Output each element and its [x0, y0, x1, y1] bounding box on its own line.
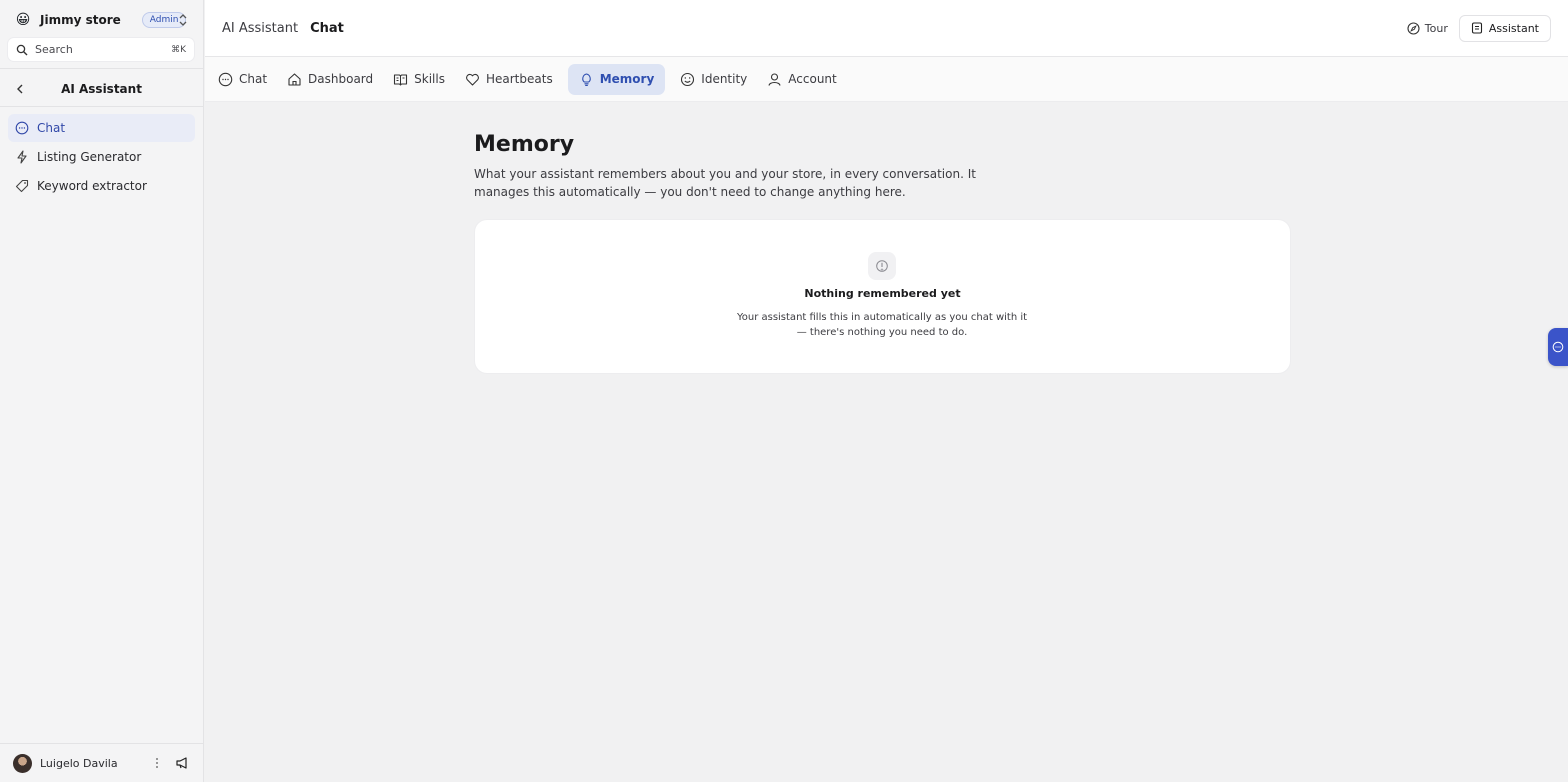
divider: [0, 68, 203, 69]
user-name: Luigelo Davila: [40, 756, 118, 770]
divider: [0, 106, 203, 107]
sidebar-item-label: Chat: [37, 121, 66, 135]
store-switcher[interactable]: 😀 Jimmy store Admin: [0, 0, 203, 40]
empty-state-title: Nothing remembered yet: [804, 287, 961, 300]
compass-icon: [1407, 21, 1420, 35]
tab-label: Memory: [599, 72, 655, 86]
sidebar-item-label: Listing Generator: [37, 150, 142, 164]
tab-label: Account: [788, 72, 837, 86]
tab-account[interactable]: Account: [762, 64, 841, 95]
memory-info-icon: [868, 252, 896, 280]
tab-label: Chat: [239, 72, 268, 86]
chevron-up-down-icon[interactable]: [177, 12, 189, 28]
tab-label: Dashboard: [308, 72, 374, 86]
tab-bar: Chat Dashboard Skills Heartbeats Memory: [205, 57, 1568, 102]
avatar: [13, 753, 32, 773]
user-icon: [768, 72, 781, 86]
tour-button[interactable]: Tour: [1407, 22, 1448, 35]
sidebar-section-header: AI Assistant: [0, 72, 203, 106]
lightning-icon: [17, 150, 27, 164]
chat-bubble-icon: [15, 121, 29, 135]
page-title: Memory: [474, 132, 575, 157]
search-icon: [16, 44, 28, 55]
lightbulb-icon: [581, 72, 591, 86]
megaphone-icon: [176, 757, 187, 769]
tab-label: Heartbeats: [485, 72, 553, 86]
store-emoji-icon: 😀: [15, 12, 31, 28]
breadcrumb-parent[interactable]: AI Assistant: [222, 21, 298, 36]
chat-bubble-icon: [1552, 341, 1564, 353]
book-open-icon: [394, 73, 408, 86]
store-name: Jimmy store: [40, 13, 121, 27]
chat-bubble-icon: [218, 72, 233, 86]
search-placeholder: Search: [35, 43, 73, 56]
assistant-button[interactable]: Assistant: [1458, 14, 1551, 42]
vertical-dots-icon: [156, 758, 158, 768]
more-options-button[interactable]: [150, 755, 164, 771]
tab-dashboard[interactable]: Dashboard: [282, 64, 378, 95]
sidebar-item-keyword-extractor[interactable]: Keyword extractor: [8, 172, 195, 200]
tab-label: Identity: [701, 72, 748, 86]
tag-icon: [15, 179, 29, 193]
memory-empty-state: Nothing remembered yet Your assistant fi…: [475, 220, 1290, 373]
smile-icon: [681, 72, 695, 86]
assistant-label: Assistant: [1488, 21, 1539, 35]
page-description: What your assistant remembers about you …: [474, 167, 976, 199]
search-input[interactable]: Search ⌘K: [8, 38, 194, 61]
tab-identity[interactable]: Identity: [675, 64, 752, 95]
info-icon: [876, 260, 888, 272]
tab-label: Skills: [414, 72, 445, 86]
tab-skills[interactable]: Skills: [388, 64, 450, 95]
assistant-side-launcher[interactable]: [1548, 328, 1568, 366]
sidebar-section-title: AI Assistant: [61, 82, 142, 96]
user-menu[interactable]: Luigelo Davila: [0, 743, 203, 782]
tab-heartbeats[interactable]: Heartbeats: [460, 64, 558, 95]
heart-icon: [466, 73, 479, 86]
robot-icon: [1471, 22, 1482, 34]
tour-label: Tour: [1424, 21, 1448, 35]
breadcrumb-current: Chat: [310, 20, 344, 36]
sidebar-item-listing-generator[interactable]: Listing Generator: [8, 143, 195, 171]
announcements-button[interactable]: [174, 755, 190, 771]
sidebar-nav: Chat Listing Generator Keyword extractor: [8, 114, 195, 201]
sidebar: 😀 Jimmy store Admin Search ⌘K AI Assista…: [0, 0, 204, 782]
back-button[interactable]: [12, 81, 28, 97]
sidebar-item-chat[interactable]: Chat: [8, 114, 195, 142]
chevron-left-icon: [17, 84, 23, 94]
topbar: AI Assistant Chat Tour Assistant: [205, 0, 1568, 57]
sidebar-item-label: Keyword extractor: [37, 179, 147, 193]
home-icon: [288, 72, 301, 86]
tab-chat[interactable]: Chat: [213, 64, 272, 95]
tab-memory[interactable]: Memory: [567, 63, 666, 95]
empty-state-description: Your assistant fills this in automatical…: [736, 312, 1028, 338]
search-shortcut: ⌘K: [171, 44, 186, 55]
